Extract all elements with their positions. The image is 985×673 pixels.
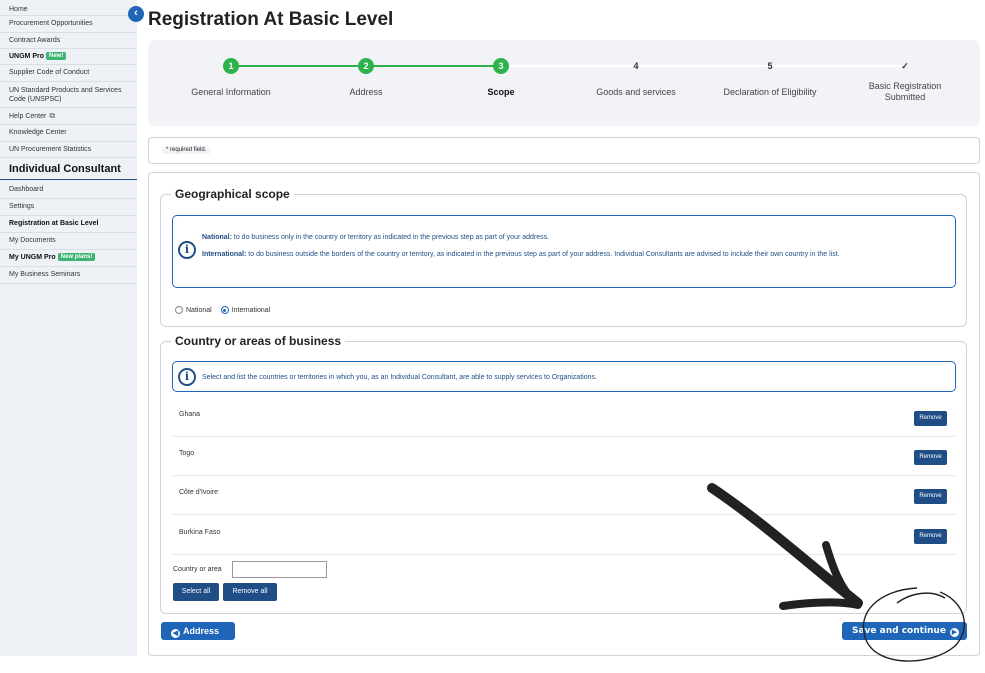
sidebar: Home Procurement Opportunities Contract …	[0, 0, 137, 656]
scope-info-box: i National: to do business only in the c…	[172, 215, 956, 288]
sidebar-item-my-documents[interactable]: My Documents	[0, 233, 137, 250]
save-continue-button[interactable]: Save and continue ▶	[842, 622, 967, 640]
sidebar-item-label: My UNGM Pro	[9, 254, 56, 261]
check-icon: ✓	[901, 61, 909, 71]
national-radio-label: National	[186, 306, 212, 314]
sidebar-item-home[interactable]: Home	[0, 4, 137, 16]
required-note-box: * required field.	[148, 137, 980, 164]
international-radio-label: International	[231, 306, 271, 314]
remove-button[interactable]: Remove	[914, 529, 947, 544]
step-marker: 2	[358, 58, 374, 74]
external-link-icon: ⧉	[49, 111, 56, 120]
list-item: Togo Remove	[172, 440, 956, 476]
list-item: Côte d'Ivoire Remove	[172, 479, 956, 515]
sidebar-item-label: Home	[9, 6, 28, 13]
remove-all-button[interactable]: Remove all	[223, 583, 277, 601]
sidebar-section-title: Individual Consultant	[0, 158, 137, 180]
back-address-button[interactable]: ◀ Address	[161, 622, 235, 640]
sidebar-item-contract-awards[interactable]: Contract Awards	[0, 33, 137, 49]
page-root: Home Procurement Opportunities Contract …	[0, 0, 985, 673]
international-description: to do business outside the borders of th…	[246, 251, 840, 258]
step-marker: 5	[767, 61, 773, 71]
sidebar-item-label: Registration at Basic Level	[9, 220, 99, 227]
sidebar-item-label: Supplier Code of Conduct	[9, 69, 90, 76]
sidebar-item-business-seminars[interactable]: My Business Seminars	[0, 267, 137, 284]
sidebar-item-registration[interactable]: Registration at Basic Level	[0, 216, 137, 233]
page-title: Registration At Basic Level	[148, 9, 394, 30]
sidebar-item-dashboard[interactable]: Dashboard	[0, 182, 137, 199]
arrow-right-circle-icon: ▶	[949, 628, 959, 637]
scope-info-national: National: to do business only in the cou…	[202, 232, 950, 243]
country-input[interactable]	[232, 561, 327, 578]
country-name: Togo	[179, 450, 195, 457]
countries-info-text: Select and list the countries or territo…	[202, 374, 597, 381]
sidebar-item-label: UNGM Pro	[9, 53, 44, 60]
country-name: Ghana	[179, 411, 201, 418]
sidebar-item-label: My Business Seminars	[9, 271, 81, 278]
sidebar-item-label: Settings	[9, 203, 35, 210]
sidebar-item-ungm-pro[interactable]: UNGM Pro New!	[0, 49, 137, 65]
country-name: Burkina Faso	[179, 529, 221, 536]
info-icon: i	[178, 241, 196, 259]
step-marker: 1	[223, 58, 239, 74]
remove-button[interactable]: Remove	[914, 489, 947, 504]
required-note: * required field.	[162, 146, 211, 154]
step-label-declaration: Declaration of Eligibility	[723, 87, 817, 97]
international-radio[interactable]	[220, 306, 229, 314]
sidebar-item-knowledge-center[interactable]: Knowledge Center	[0, 125, 137, 142]
step-label-general-information: General Information	[191, 87, 271, 97]
next-button-label: Save and continue	[852, 626, 946, 636]
national-radio[interactable]	[175, 306, 183, 314]
countries-info-box: i Select and list the countries or terri…	[172, 361, 956, 392]
sidebar-item-label: UN Standard Products and Services Code (…	[9, 87, 122, 103]
sidebar-item-procurement-opportunities[interactable]: Procurement Opportunities	[0, 16, 137, 33]
sidebar-item-supplier-code[interactable]: Supplier Code of Conduct	[0, 65, 137, 82]
geographical-scope-title: Geographical scope	[171, 187, 294, 201]
countries-panel-title: Country or areas of business	[171, 334, 346, 348]
step-marker: 3	[493, 58, 509, 74]
sidebar-item-my-ungm-pro[interactable]: My UNGM Pro New plans!	[0, 250, 137, 267]
remove-button[interactable]: Remove	[914, 450, 947, 465]
new-plans-badge: New plans!	[57, 253, 96, 262]
sidebar-item-unspsc[interactable]: UN Standard Products and Services Code (…	[0, 82, 137, 108]
sidebar-item-label: Procurement Opportunities	[9, 20, 93, 27]
step-label-address: Address	[349, 87, 383, 97]
new-badge: New!	[46, 52, 67, 61]
list-item: Ghana Remove	[172, 401, 956, 437]
chevron-left-icon[interactable]: ‹	[128, 6, 144, 22]
sidebar-item-label: Help Center	[9, 113, 47, 120]
country-input-label: Country or area	[173, 566, 222, 573]
national-description: to do business only in the country or te…	[231, 234, 550, 241]
country-name: Côte d'Ivoire	[179, 489, 219, 496]
sidebar-item-help-center[interactable]: Help Center ⧉	[0, 108, 137, 125]
sidebar-item-settings[interactable]: Settings	[0, 199, 137, 216]
sidebar-item-label: UN Procurement Statistics	[9, 146, 92, 153]
sidebar-item-label: Contract Awards	[9, 37, 61, 44]
scope-radio-group: National International	[175, 306, 270, 314]
progress-stepper: 1 2 3 4 5 ✓ General Information Address …	[148, 40, 980, 126]
step-marker: 4	[633, 61, 639, 71]
sidebar-item-label: My Documents	[9, 237, 56, 244]
sidebar-item-procurement-statistics[interactable]: UN Procurement Statistics	[0, 142, 137, 158]
select-all-button[interactable]: Select all	[173, 583, 219, 601]
remove-button[interactable]: Remove	[914, 411, 947, 426]
step-label-submitted: Basic Registration Submitted	[868, 81, 942, 102]
list-item: Burkina Faso Remove	[172, 519, 956, 555]
back-button-label: Address	[183, 626, 220, 636]
info-icon: i	[178, 368, 196, 386]
step-label-goods-services: Goods and services	[596, 87, 676, 97]
arrow-left-circle-icon: ◀	[171, 629, 180, 638]
step-connector-pending	[501, 65, 906, 67]
scope-info-international: International: to do business outside th…	[202, 249, 950, 260]
international-term: International:	[202, 251, 247, 258]
national-term: National:	[202, 234, 232, 241]
step-label-scope: Scope	[487, 87, 515, 97]
sidebar-item-label: Knowledge Center	[9, 129, 67, 136]
sidebar-item-label: Dashboard	[9, 186, 44, 193]
